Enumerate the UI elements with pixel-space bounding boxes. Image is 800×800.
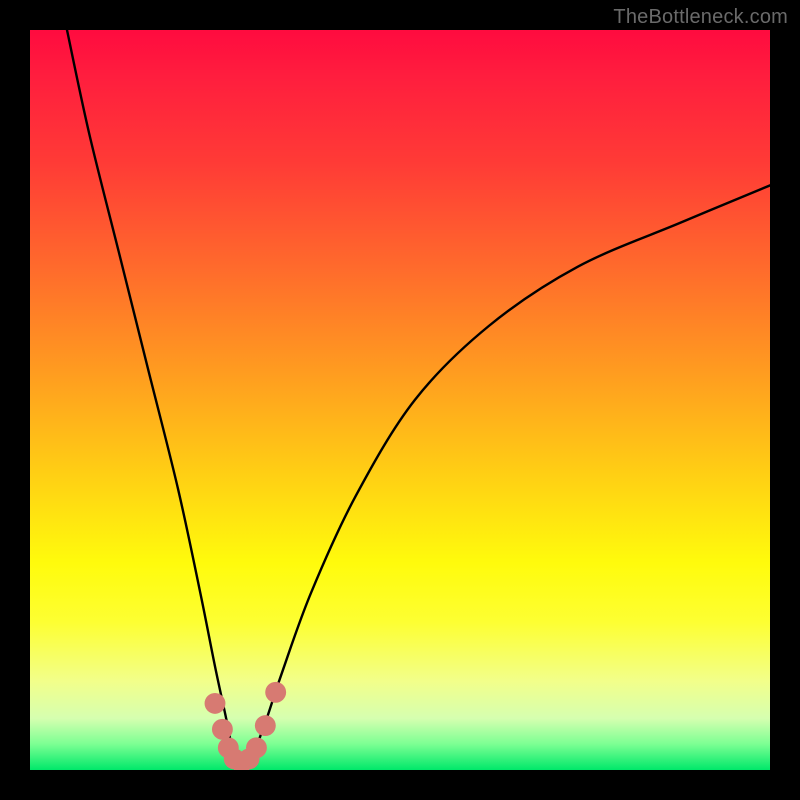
marker-dot [255, 715, 276, 736]
marker-dot [246, 737, 267, 758]
attribution-watermark: TheBottleneck.com [613, 6, 788, 29]
bottleneck-curve [67, 30, 770, 769]
marker-dot [265, 682, 286, 703]
chart-frame: TheBottleneck.com [0, 0, 800, 800]
curve-layer [30, 30, 770, 770]
marker-dot [212, 719, 233, 740]
curve-markers [205, 682, 287, 770]
marker-dot [205, 693, 226, 714]
plot-area [30, 30, 770, 770]
